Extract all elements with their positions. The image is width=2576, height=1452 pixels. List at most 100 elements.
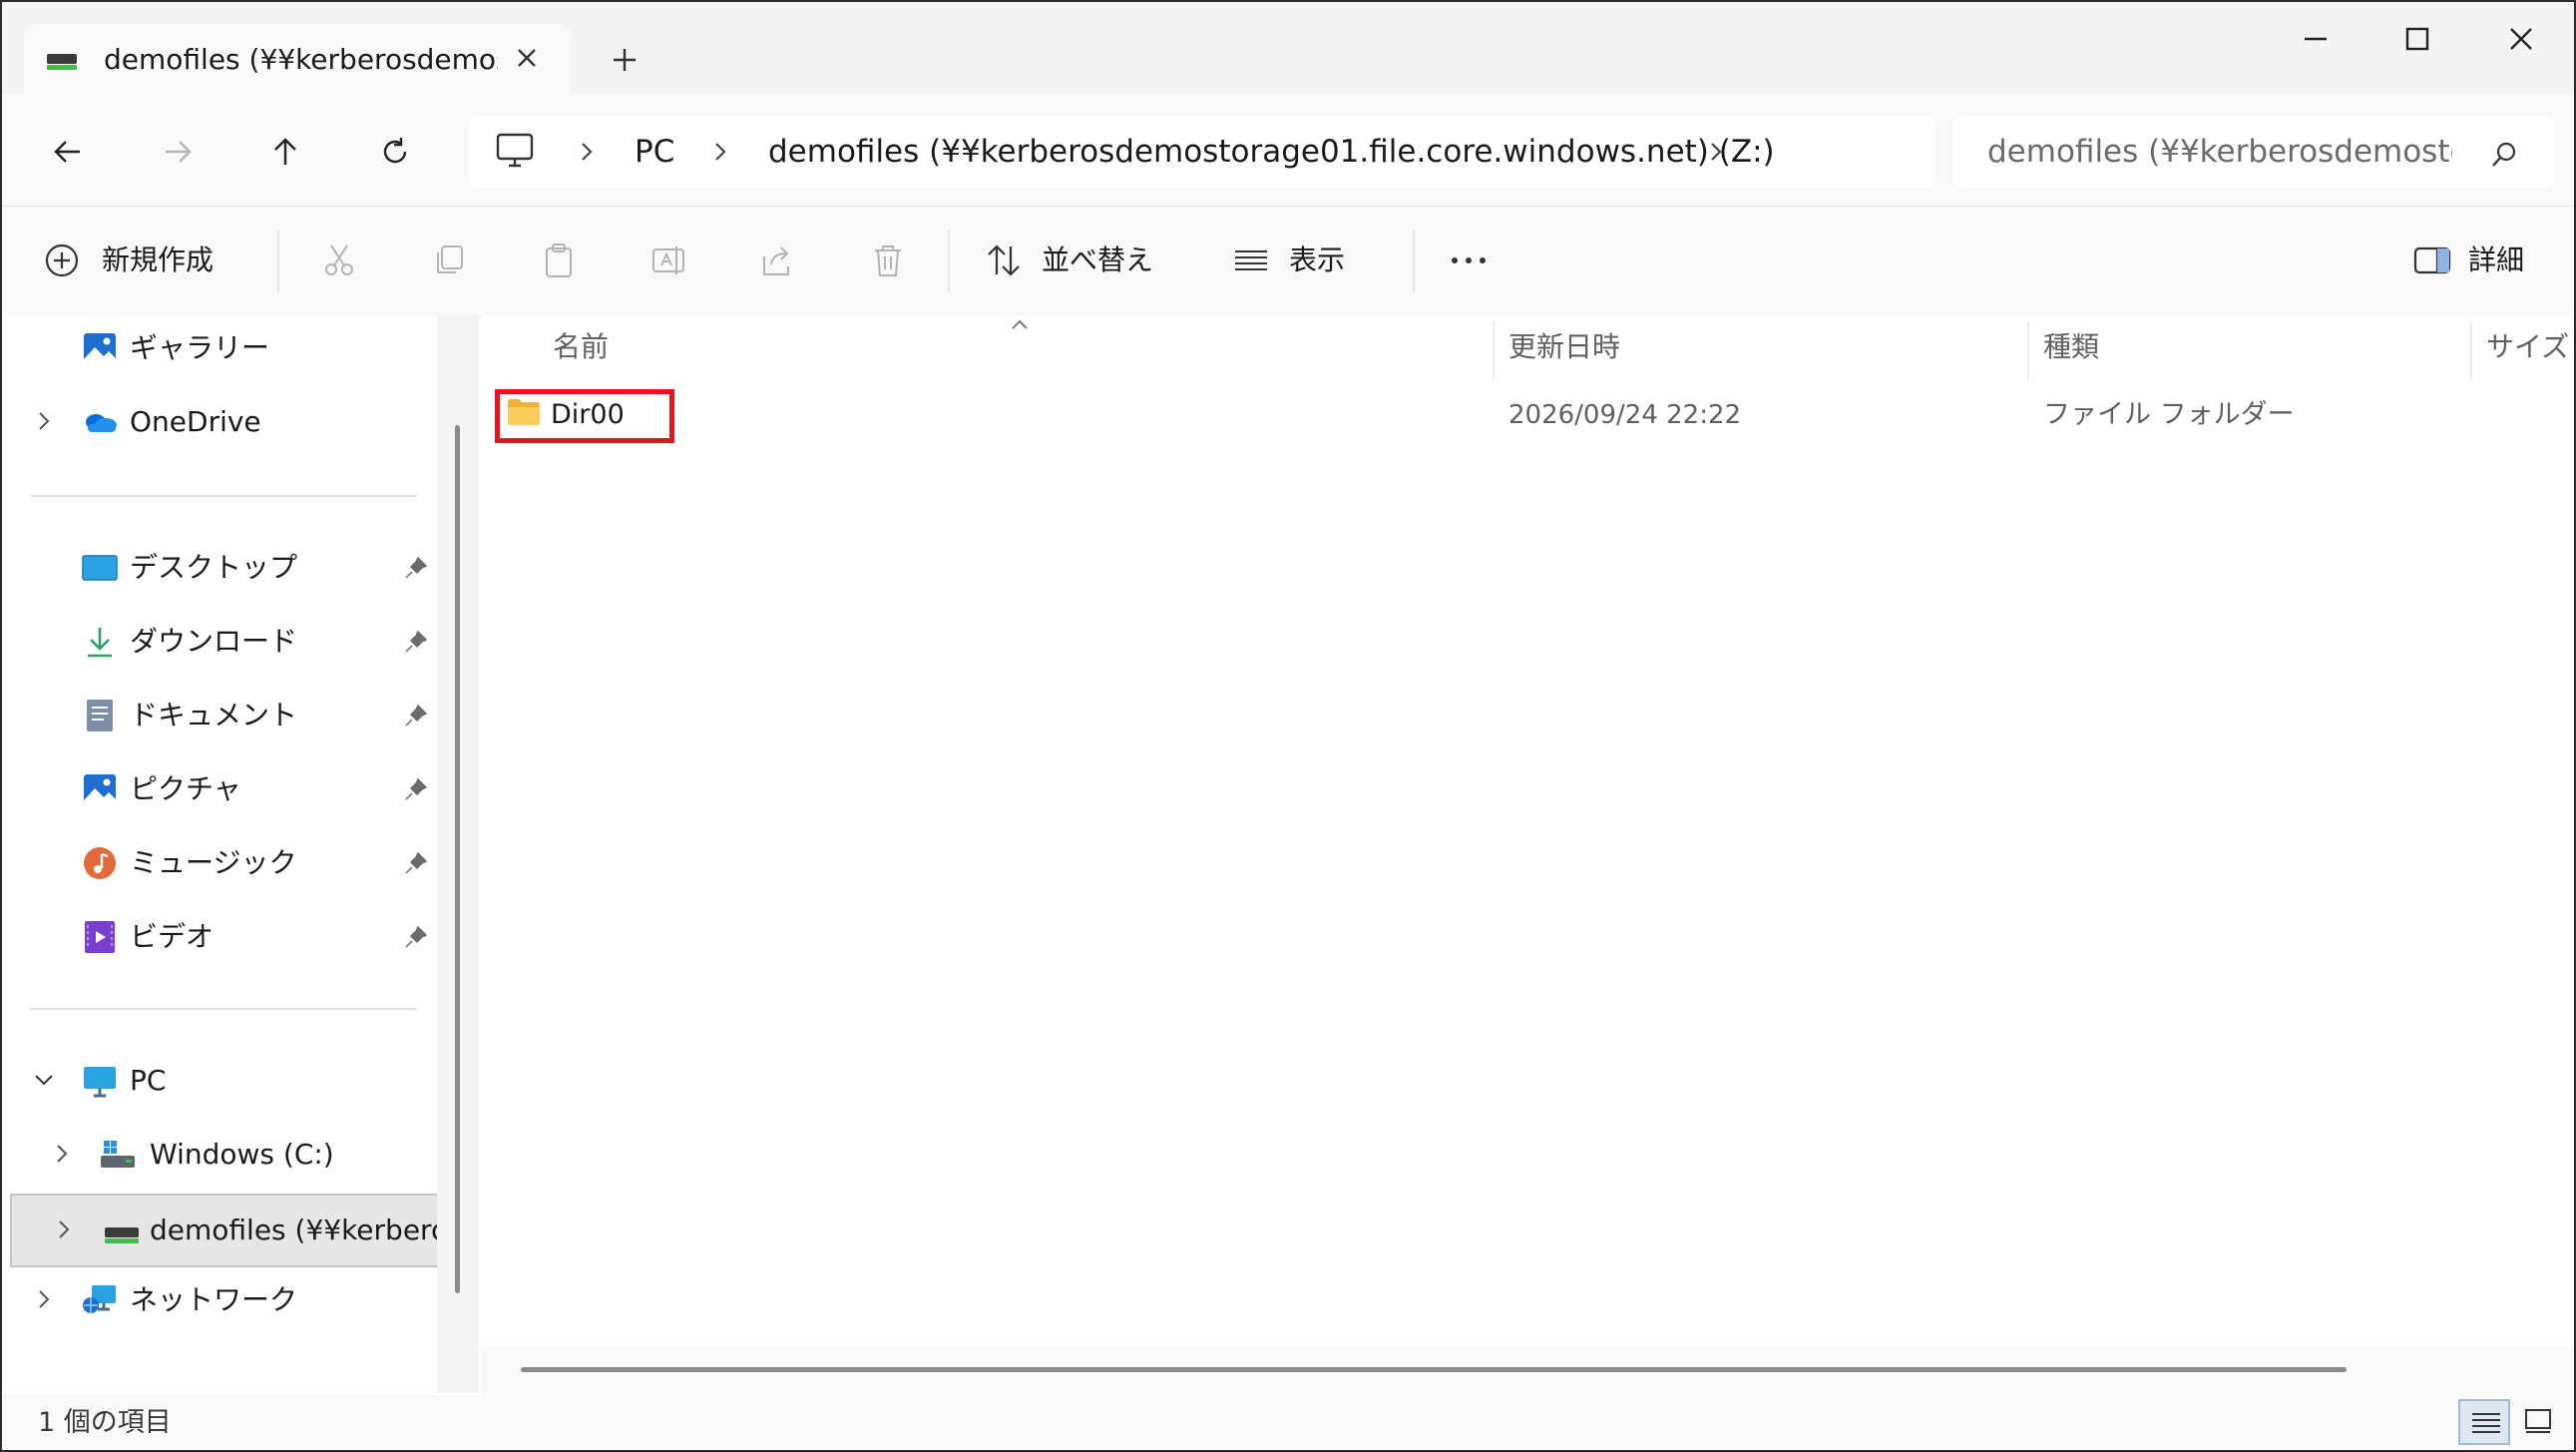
new-tab-icon[interactable] [603,38,646,82]
chevron-right-icon[interactable] [50,1142,74,1166]
gallery-icon [84,333,116,363]
pin-icon[interactable] [403,924,429,950]
horizontal-scrollbar-thumb[interactable] [521,1367,2347,1372]
sidebar-item-label: ダウンロード [130,625,298,658]
file-row[interactable]: Dir00 2026/09/24 22:22 ファイル フォルダー [501,387,2556,443]
maximize-button[interactable] [2378,16,2454,62]
address-row: PC demofiles (¥¥kerberosdemostorage01.fi… [2,94,2574,206]
sidebar-item-label: ギャラリー [130,331,270,364]
onedrive-icon [86,414,117,432]
address-bar[interactable]: PC demofiles (¥¥kerberosdemostorage01.fi… [469,116,1935,188]
search-icon[interactable] [2490,140,2520,170]
view-button[interactable]: 表示 [1233,231,1363,290]
sidebar-item-label: demofiles (¥¥kerberosdemostorage01.file.… [150,1213,443,1246]
pin-icon[interactable] [403,703,429,728]
tiles-view-button[interactable] [2512,1399,2564,1445]
tab-current[interactable]: demofiles (¥¥kerberosdemostorage01.file.… [24,24,571,96]
pin-icon[interactable] [403,555,429,581]
chevron-right-icon [582,143,593,161]
plus-circle-icon [45,243,79,277]
sidebar-item-demofiles[interactable]: demofiles (¥¥kerberosdemostorage01.file.… [10,1194,445,1267]
column-header-size[interactable]: サイズ [2486,319,2569,375]
sidebar-item-downloads[interactable]: ダウンロード [2,609,437,675]
close-tab-icon[interactable] [505,36,549,80]
delete-button[interactable] [870,231,910,290]
arrow-left-icon [54,141,80,163]
column-divider[interactable] [1493,321,1495,379]
sort-ascending-icon [1012,319,1028,329]
new-label: 新規作成 [102,243,215,276]
sidebar-item-music[interactable]: ミュージック [2,830,437,896]
sidebar-item-label: ネットワーク [130,1283,298,1316]
sidebar-item-onedrive[interactable]: OneDrive [2,389,437,455]
close-window-button[interactable] [2482,16,2558,62]
sidebar-item-pc[interactable]: PC [2,1048,437,1114]
paste-button[interactable] [541,231,581,290]
sidebar-item-label: デスクトップ [130,551,298,584]
cut-button[interactable] [321,231,361,290]
sidebar-item-network[interactable]: ネットワーク [2,1267,437,1333]
column-header-type[interactable]: 種類 [2043,319,2099,375]
copy-button[interactable] [431,231,471,290]
breadcrumb-demofiles[interactable]: demofiles (¥¥kerberosdemostorage01.file.… [768,116,1775,188]
maximize-icon [2405,27,2429,51]
refresh-button[interactable] [371,128,419,176]
sidebar-item-desktop[interactable]: デスクトップ [2,535,437,601]
rename-icon [652,246,684,274]
minimize-button[interactable] [2277,16,2353,62]
sidebar-item-label: ドキュメント [130,699,298,731]
sort-button[interactable]: 並べ替え [986,231,1153,290]
sidebar-item-windows-c[interactable]: Windows (C:) [2,1122,437,1188]
music-icon [84,847,116,879]
column-divider[interactable] [2470,321,2472,379]
sidebar-item-label: Windows (C:) [150,1138,334,1171]
chevron-right-icon[interactable] [32,409,56,433]
more-options-button[interactable] [1449,231,1493,290]
breadcrumb-pc[interactable]: PC [635,116,674,188]
item-count: 1 個の項目 [38,1407,172,1438]
details-view-icon [2472,1413,2500,1433]
network-drive-icon [105,1227,139,1243]
chevron-right-icon[interactable] [52,1217,76,1241]
sidebar-item-gallery[interactable]: ギャラリー [2,315,437,381]
arrow-right-icon [166,141,192,163]
pin-icon[interactable] [403,850,429,876]
column-divider[interactable] [2027,321,2029,379]
forward-button[interactable] [154,128,202,176]
horizontal-scrollbar[interactable] [481,1347,2574,1395]
highlight-box [495,389,674,443]
video-icon [85,921,115,953]
close-icon [2510,28,2532,50]
command-bar: 新規作成 並べ替え 表示 詳細 [2,206,2574,317]
title-bar: demofiles (¥¥kerberosdemostorage01.file.… [2,2,2574,96]
column-header-modified[interactable]: 更新日時 [1508,319,1620,375]
details-pane-icon [2413,246,2451,274]
details-label: 詳細 [2468,243,2525,276]
navigation-pane: ギャラリー OneDrive デスクトップ ダウンロード ドキュメント ピクチャ… [2,315,479,1393]
sidebar-item-documents[interactable]: ドキュメント [2,683,437,748]
chevron-right-icon[interactable] [32,1287,56,1311]
back-button[interactable] [44,128,92,176]
file-explorer-window: demofiles (¥¥kerberosdemostorage01.file.… [0,0,2576,1452]
sidebar-scrollbar-thumb[interactable] [455,425,460,1293]
search-box[interactable]: demofiles (¥¥kerberosdemostorage01.file.… [1953,116,2554,188]
chevron-right-icon[interactable] [1702,138,1730,166]
sidebar-item-label: ピクチャ [130,772,241,805]
sidebar-item-pictures[interactable]: ピクチャ [2,756,437,822]
sidebar-scrollbar[interactable] [437,315,479,1393]
new-button[interactable]: 新規作成 [44,231,223,290]
file-type: ファイル フォルダー [2043,399,2295,430]
pin-icon[interactable] [403,629,429,655]
desktop-icon [82,555,118,581]
column-header-name[interactable]: 名前 [553,319,609,375]
details-pane-button[interactable]: 詳細 [2412,231,2532,290]
chevron-down-icon[interactable] [32,1068,56,1092]
sidebar-item-videos[interactable]: ビデオ [2,904,437,970]
minimize-icon [2305,37,2327,41]
pin-icon[interactable] [403,776,429,802]
up-button[interactable] [261,128,309,176]
search-input[interactable]: demofiles (¥¥kerberosdemostorage01.file.… [1987,116,2452,188]
rename-button[interactable] [650,231,690,290]
share-button[interactable] [760,231,800,290]
details-view-button[interactable] [2458,1399,2510,1445]
